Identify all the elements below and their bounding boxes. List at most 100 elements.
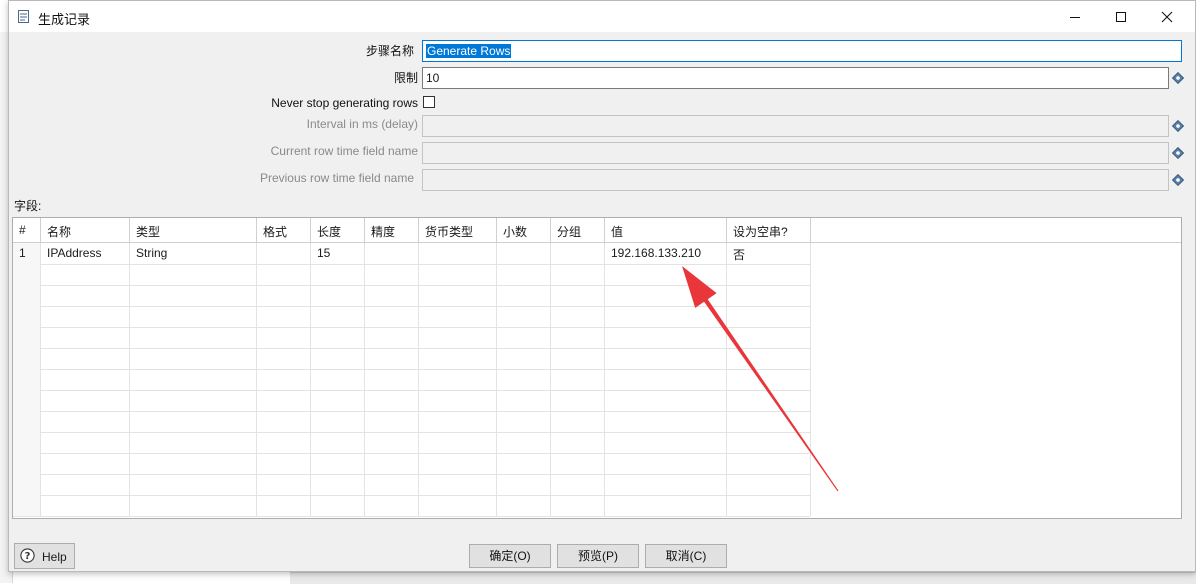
table-cell-format[interactable] [257,411,311,432]
table-cell-format[interactable] [257,474,311,495]
table-cell-type[interactable] [130,285,257,306]
table-cell-type[interactable] [130,432,257,453]
table-cell-currency[interactable] [419,411,497,432]
table-cell-length[interactable]: 15 [311,243,365,264]
table-cell-currency[interactable] [419,285,497,306]
table-cell-precision[interactable] [365,285,419,306]
table-cell-num[interactable] [13,285,41,306]
column-header-name[interactable]: 名称 [41,218,130,242]
table-cell-num[interactable] [13,264,41,285]
table-cell-type[interactable] [130,474,257,495]
table-cell-num[interactable] [13,495,41,516]
table-cell-num[interactable]: 1 [13,243,41,264]
table-cell-set-empty[interactable] [727,285,811,306]
table-cell-name[interactable] [41,348,130,369]
column-header-set-empty[interactable]: 设为空串? [727,218,811,242]
table-cell-value[interactable] [605,327,727,348]
column-header-precision[interactable]: 精度 [365,218,419,242]
table-cell-value[interactable] [605,474,727,495]
help-button[interactable]: ? Help [14,543,75,569]
table-cell-format[interactable] [257,348,311,369]
table-cell-precision[interactable] [365,474,419,495]
table-cell-currency[interactable] [419,495,497,516]
table-cell-decimal[interactable] [497,243,551,264]
variable-icon[interactable] [1172,72,1184,84]
previous-row-time-input[interactable] [422,169,1169,191]
table-cell-format[interactable] [257,432,311,453]
table-cell-length[interactable] [311,432,365,453]
table-cell-set-empty[interactable] [727,495,811,516]
maximize-button[interactable] [1098,1,1144,32]
table-cell-name[interactable] [41,474,130,495]
table-cell-length[interactable] [311,327,365,348]
column-header-type[interactable]: 类型 [130,218,257,242]
table-cell-currency[interactable] [419,243,497,264]
table-cell-decimal[interactable] [497,453,551,474]
table-cell-group[interactable] [551,264,605,285]
table-cell-name[interactable] [41,432,130,453]
table-row[interactable] [13,264,811,286]
table-row[interactable] [13,327,811,349]
table-cell-currency[interactable] [419,348,497,369]
table-cell-value[interactable] [605,348,727,369]
table-cell-value[interactable] [605,285,727,306]
table-cell-format[interactable] [257,495,311,516]
table-cell-length[interactable] [311,306,365,327]
table-cell-precision[interactable] [365,348,419,369]
table-cell-group[interactable] [551,411,605,432]
table-cell-type[interactable] [130,411,257,432]
table-cell-precision[interactable] [365,411,419,432]
column-header-value[interactable]: 值 [605,218,727,242]
variable-icon[interactable] [1172,120,1184,132]
column-header-currency[interactable]: 货币类型 [419,218,497,242]
table-cell-name[interactable] [41,390,130,411]
table-cell-currency[interactable] [419,264,497,285]
table-cell-precision[interactable] [365,453,419,474]
table-cell-format[interactable] [257,243,311,264]
close-button[interactable] [1144,1,1190,32]
table-cell-precision[interactable] [365,495,419,516]
interval-input[interactable] [422,115,1169,137]
table-cell-decimal[interactable] [497,327,551,348]
table-cell-group[interactable] [551,495,605,516]
table-cell-decimal[interactable] [497,348,551,369]
table-cell-num[interactable] [13,432,41,453]
table-cell-length[interactable] [311,369,365,390]
cancel-button[interactable]: 取消(C) [645,544,727,568]
table-cell-value[interactable] [605,495,727,516]
table-cell-format[interactable] [257,390,311,411]
table-cell-name[interactable]: IPAddress [41,243,130,264]
table-cell-decimal[interactable] [497,306,551,327]
table-row[interactable] [13,453,811,475]
table-cell-decimal[interactable] [497,369,551,390]
limit-input[interactable]: 10 [422,67,1169,89]
step-name-input[interactable]: Generate Rows [422,40,1182,62]
column-header-number[interactable]: # [13,218,41,242]
table-cell-set-empty[interactable] [727,474,811,495]
table-cell-decimal[interactable] [497,390,551,411]
table-cell-format[interactable] [257,306,311,327]
table-cell-precision[interactable] [365,243,419,264]
table-cell-value[interactable] [605,306,727,327]
fields-table[interactable]: # 名称 类型 格式 长度 精度 货币类型 小数 分组 值 设为空串? 1 IPA… [12,217,1182,519]
table-cell-value[interactable] [605,453,727,474]
table-cell-name[interactable] [41,411,130,432]
table-cell-format[interactable] [257,453,311,474]
table-cell-group[interactable] [551,474,605,495]
table-cell-value[interactable] [605,411,727,432]
table-cell-precision[interactable] [365,264,419,285]
table-cell-set-empty[interactable] [727,411,811,432]
table-cell-currency[interactable] [419,369,497,390]
table-cell-name[interactable] [41,453,130,474]
table-cell-precision[interactable] [365,306,419,327]
table-cell-group[interactable] [551,243,605,264]
table-cell-value[interactable] [605,432,727,453]
table-cell-length[interactable] [311,495,365,516]
table-cell-num[interactable] [13,390,41,411]
table-cell-precision[interactable] [365,432,419,453]
table-cell-type[interactable] [130,327,257,348]
table-cell-group[interactable] [551,432,605,453]
table-cell-length[interactable] [311,348,365,369]
preview-button[interactable]: 预览(P) [557,544,639,568]
table-cell-currency[interactable] [419,432,497,453]
